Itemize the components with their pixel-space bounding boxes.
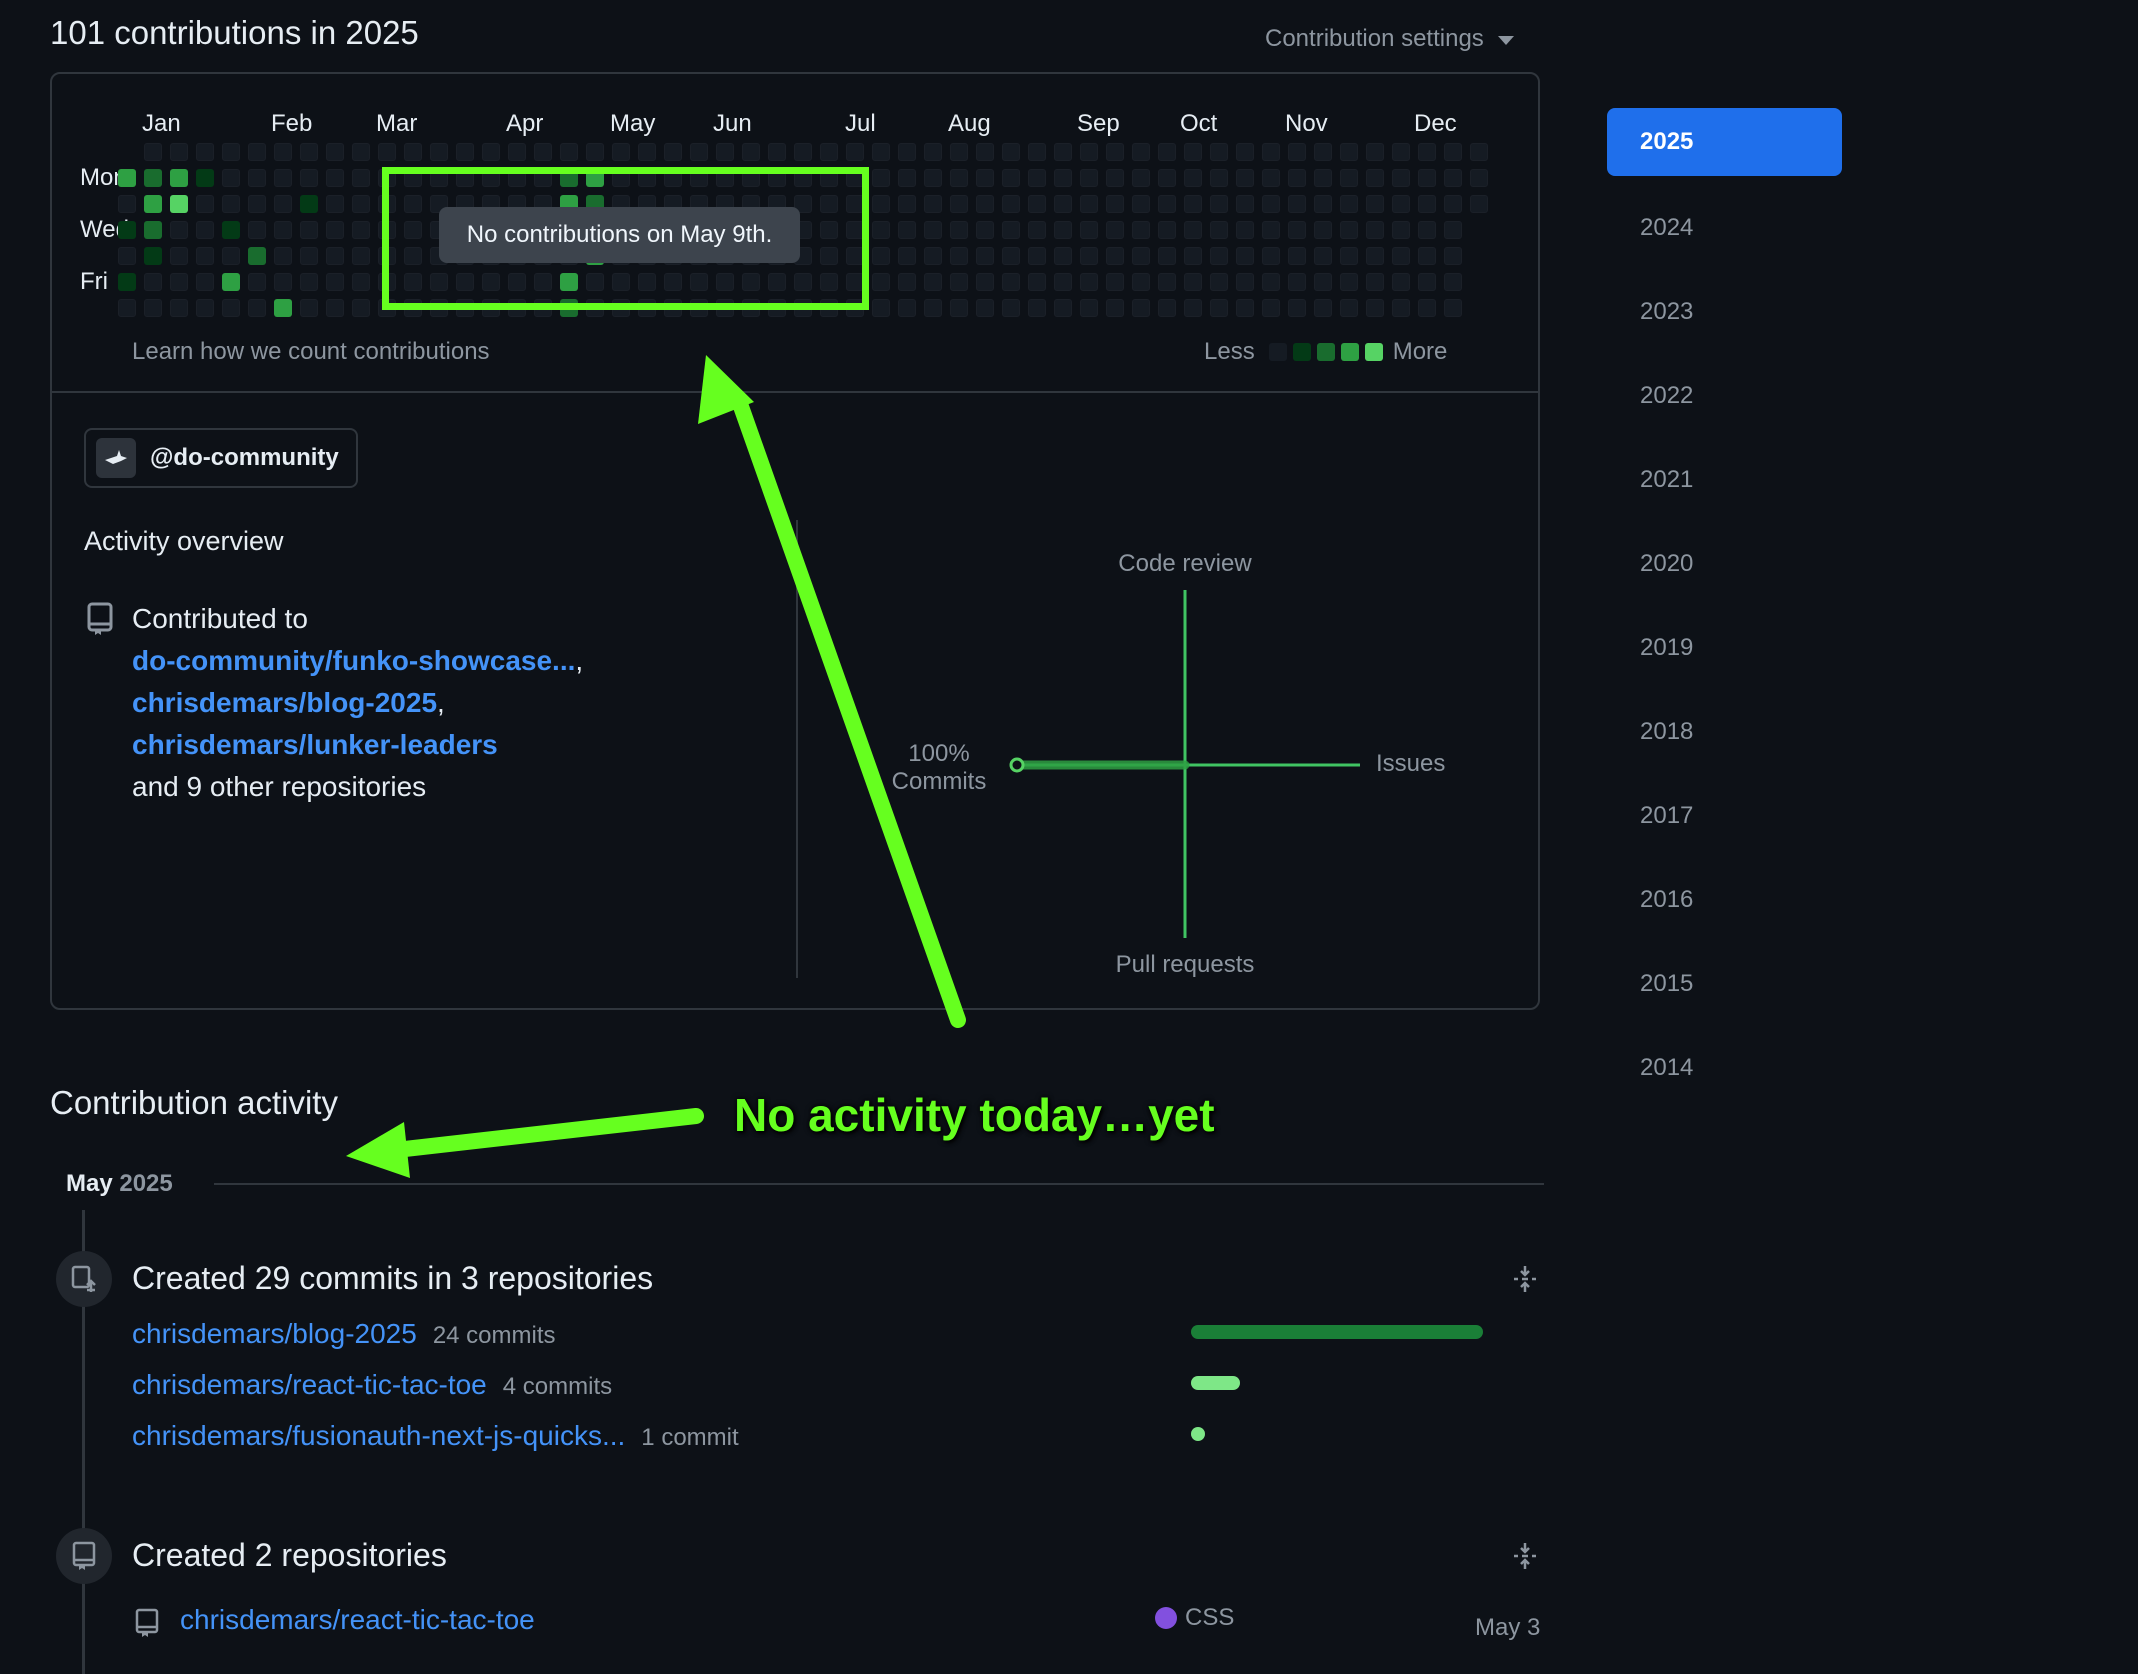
repos-group-title[interactable]: Created 2 repositories [132,1537,447,1574]
language-label: CSS [1185,1604,1235,1631]
commit-repo-row: chrisdemars/react-tic-tac-toe 4 commits [132,1369,612,1401]
commit-repo-row: chrisdemars/blog-2025 24 commits [132,1318,556,1350]
commit-bar [1191,1376,1240,1390]
year-link[interactable]: 2024 [1640,214,1693,242]
year-link[interactable]: 2019 [1640,634,1693,662]
contribution-activity-title: Contribution activity [50,1084,338,1121]
activity-year: 2025 [119,1170,173,1197]
activity-month: May [66,1170,113,1197]
repo-icon [134,1608,160,1643]
created-repo-row: chrisdemars/react-tic-tac-toe [180,1604,535,1636]
language-color-dot [1155,1607,1177,1629]
repo-language: CSS [1155,1604,1234,1632]
year-link[interactable]: 2014 [1640,1054,1693,1082]
repo-date: May 3 [1475,1614,1541,1641]
year-link[interactable]: 2018 [1640,718,1693,746]
year-2025-button[interactable]: 2025 [1607,108,1842,176]
repo-link[interactable]: chrisdemars/blog-2025 [132,1318,417,1350]
commit-count[interactable]: 1 commit [641,1424,738,1452]
commit-count[interactable]: 24 commits [433,1322,556,1350]
activity-month-heading: May 2025 [66,1170,173,1198]
repo-created-icon [56,1528,112,1584]
repo-link[interactable]: chrisdemars/fusionauth-next-js-quicks... [132,1420,625,1452]
repo-link[interactable]: chrisdemars/react-tic-tac-toe [180,1604,535,1636]
year-link[interactable]: 2015 [1640,970,1693,998]
commit-bar [1191,1325,1483,1339]
collapse-icon[interactable] [1510,1264,1540,1299]
year-link[interactable]: 2017 [1640,802,1693,830]
month-divider [214,1183,1544,1185]
commit-bar [1191,1427,1205,1441]
year-link[interactable]: 2016 [1640,886,1693,914]
annotation-text: No activity today…yet [734,1089,1215,1141]
collapse-icon[interactable] [1510,1541,1540,1576]
year-link[interactable]: 2021 [1640,466,1693,494]
commit-repo-row: chrisdemars/fusionauth-next-js-quicks...… [132,1420,739,1452]
repo-link[interactable]: chrisdemars/react-tic-tac-toe [132,1369,487,1401]
commit-count[interactable]: 4 commits [503,1373,612,1401]
year-link[interactable]: 2020 [1640,550,1693,578]
commits-group-title[interactable]: Created 29 commits in 3 repositories [132,1260,653,1297]
year-link[interactable]: 2022 [1640,382,1693,410]
commit-icon [56,1251,112,1307]
year-link[interactable]: 2023 [1640,298,1693,326]
